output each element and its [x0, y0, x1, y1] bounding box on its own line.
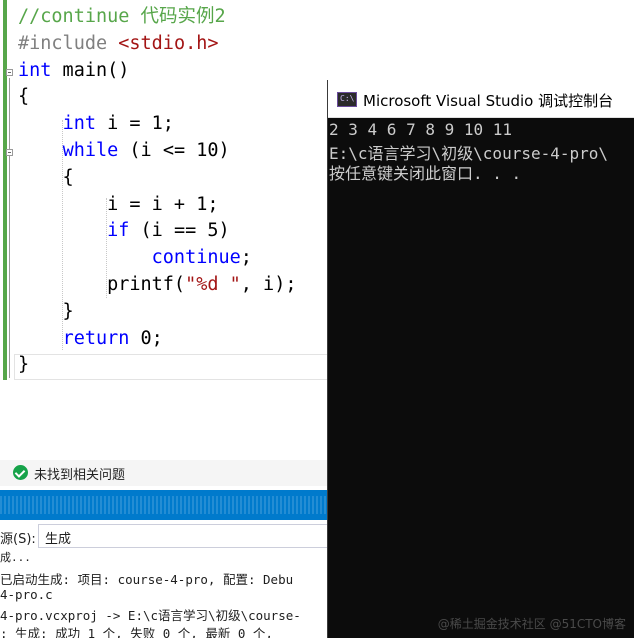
watermark: @稀土掘金技术社区 @51CTO博客: [437, 617, 626, 631]
console-output-line: 按任意键关闭此窗口. . .: [329, 164, 522, 183]
check-circle-icon: [13, 465, 28, 480]
code-line[interactable]: continue;: [18, 245, 252, 271]
console-icon-text: C:\: [340, 94, 355, 103]
code-token: {: [18, 166, 74, 188]
code-token: <stdio.h>: [118, 32, 219, 54]
code-line[interactable]: return 0;: [18, 326, 163, 352]
fold-toggle-icon[interactable]: [6, 69, 13, 76]
current-line-highlight: [14, 354, 334, 380]
source-label: 源(S):: [0, 532, 36, 547]
code-token: i = 1;: [95, 113, 174, 135]
code-token: continue: [151, 247, 241, 269]
code-line[interactable]: {: [18, 84, 29, 110]
code-token: (i <= 10): [118, 140, 230, 161]
code-token: (i == 5): [129, 220, 230, 242]
code-line[interactable]: printf("%d ", i);: [18, 272, 296, 298]
code-token: ;: [240, 247, 252, 269]
panel-grip[interactable]: [0, 496, 334, 514]
output-pane[interactable]: 源(S): 生成 成... 已启动生成: 项目: course-4-pro, 配…: [0, 520, 334, 638]
output-source-select[interactable]: 生成: [38, 524, 334, 548]
output-line: 4-pro.vcxproj -> E:\c语言学习\初级\course-: [0, 608, 301, 623]
code-token: int: [62, 113, 96, 135]
issues-status-text: 未找到相关问题: [34, 468, 126, 483]
output-line: 已启动生成: 项目: course-4-pro, 配置: Debu: [0, 572, 294, 587]
code-line[interactable]: if (i == 5): [18, 218, 230, 244]
code-token: while: [62, 140, 119, 161]
code-token: main(): [51, 59, 130, 81]
output-panel-header: [0, 490, 334, 520]
code-token: }: [18, 354, 30, 376]
code-line[interactable]: while (i <= 10): [18, 138, 230, 164]
code-line[interactable]: i = i + 1;: [18, 192, 218, 218]
code-line[interactable]: }: [18, 352, 29, 378]
change-indicator-bar: [3, 0, 7, 380]
code-token: }: [18, 300, 74, 322]
code-token: 0;: [129, 327, 163, 349]
code-token: i = i + 1;: [18, 193, 219, 215]
console-title-bar[interactable]: C:\ Microsoft Visual Studio 调试控制台: [328, 80, 634, 118]
code-line[interactable]: int main(): [18, 58, 129, 84]
output-line: 成...: [0, 551, 31, 564]
issues-status-bar[interactable]: 未找到相关问题: [0, 460, 334, 486]
console-app-icon: C:\: [337, 92, 357, 107]
fold-toggle-icon[interactable]: [6, 149, 13, 156]
code-token: , i);: [240, 274, 297, 295]
output-line: : 生成: 成功 1 个, 失败 0 个, 最新 0 个,: [0, 626, 273, 638]
code-token: //continue 代码实例2: [18, 6, 226, 27]
code-token: printf(: [18, 274, 186, 295]
console-output-line: 2 3 4 6 7 8 9 10 11: [329, 120, 513, 139]
code-line[interactable]: {: [18, 165, 74, 191]
fold-guide-main: [9, 78, 10, 378]
code-token: if: [107, 220, 130, 242]
code-token: int: [18, 59, 52, 81]
code-line[interactable]: }: [18, 299, 74, 325]
code-line[interactable]: //continue 代码实例2: [18, 4, 226, 30]
debug-console-window[interactable]: C:\ Microsoft Visual Studio 调试控制台 2 3 4 …: [327, 80, 634, 638]
code-token: {: [18, 86, 30, 108]
code-line[interactable]: #include <stdio.h>: [18, 31, 219, 57]
output-line: 4-pro.c: [0, 587, 53, 602]
code-token: return: [62, 327, 130, 349]
code-token: #include: [18, 32, 119, 54]
output-source-value: 生成: [45, 532, 72, 547]
code-token: "%d ": [185, 274, 241, 295]
console-title: Microsoft Visual Studio 调试控制台: [363, 92, 614, 110]
code-line[interactable]: int i = 1;: [18, 111, 174, 137]
